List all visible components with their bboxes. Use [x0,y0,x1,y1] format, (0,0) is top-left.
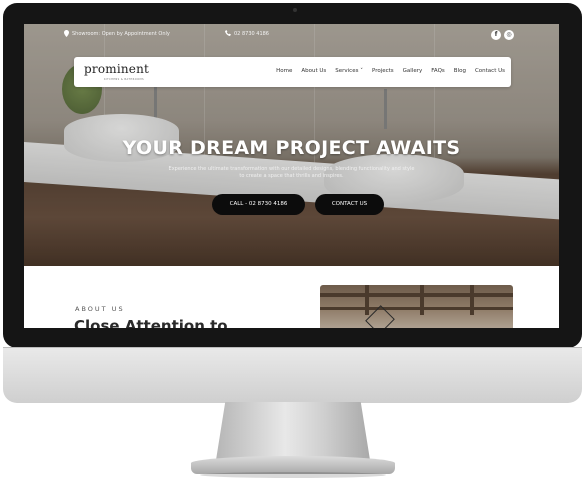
hero-subtext: Experience the ultimate transformation w… [144,166,439,180]
hero-section: Showroom: Open by Appointment Only 02 87… [24,24,559,266]
phone-link[interactable]: 02 8730 4186 [234,31,269,37]
ceiling-beam [470,285,474,315]
nav-item-contact-us[interactable]: Contact Us [475,68,505,74]
nav-item-faqs[interactable]: FAQs [431,68,445,74]
monitor-chin [3,347,582,403]
ceiling-beam [320,307,513,310]
about-us-label: ABOUT US [75,305,125,313]
website-screen: Showroom: Open by Appointment Only 02 87… [24,24,559,328]
instagram-icon[interactable]: ◎ [504,30,514,40]
nav-menu: Home About Us Services ˅ Projects Galler… [267,68,505,74]
phone-icon [225,30,231,36]
hero-subtext-line: Experience the ultimate transformation w… [168,166,415,172]
about-us-heading: Close Attention to [74,317,228,328]
main-navigation: prominent KITCHENS & BATHROOMS Home Abou… [74,57,511,87]
ceiling-beam [365,285,369,315]
nav-item-home[interactable]: Home [276,68,292,74]
monitor-shadow [200,472,386,478]
ceiling-beam [320,293,513,297]
about-us-image [320,285,513,328]
nav-item-about-us[interactable]: About Us [301,68,326,74]
call-button[interactable]: CALL - 02 8730 4186 [212,194,305,215]
logo-tagline: KITCHENS & BATHROOMS [104,78,145,81]
nav-item-gallery[interactable]: Gallery [403,68,423,74]
hero-headline: YOUR DREAM PROJECT AWAITS [122,137,461,159]
location-pin-icon [64,30,69,37]
showroom-text: Showroom: Open by Appointment Only [72,31,170,37]
facebook-icon[interactable]: f [491,30,501,40]
site-logo[interactable]: prominent [84,62,149,76]
ceiling-beam [420,285,424,315]
camera-dot [293,8,297,12]
contact-us-button[interactable]: CONTACT US [315,194,384,215]
nav-item-services[interactable]: Services ˅ [335,68,363,74]
top-info-bar: Showroom: Open by Appointment Only 02 87… [24,24,559,48]
nav-item-blog[interactable]: Blog [454,68,466,74]
nav-item-projects[interactable]: Projects [372,68,394,74]
monitor-stand [216,402,370,460]
hero-subtext-line: to create a space that thrills and inspi… [239,173,344,179]
